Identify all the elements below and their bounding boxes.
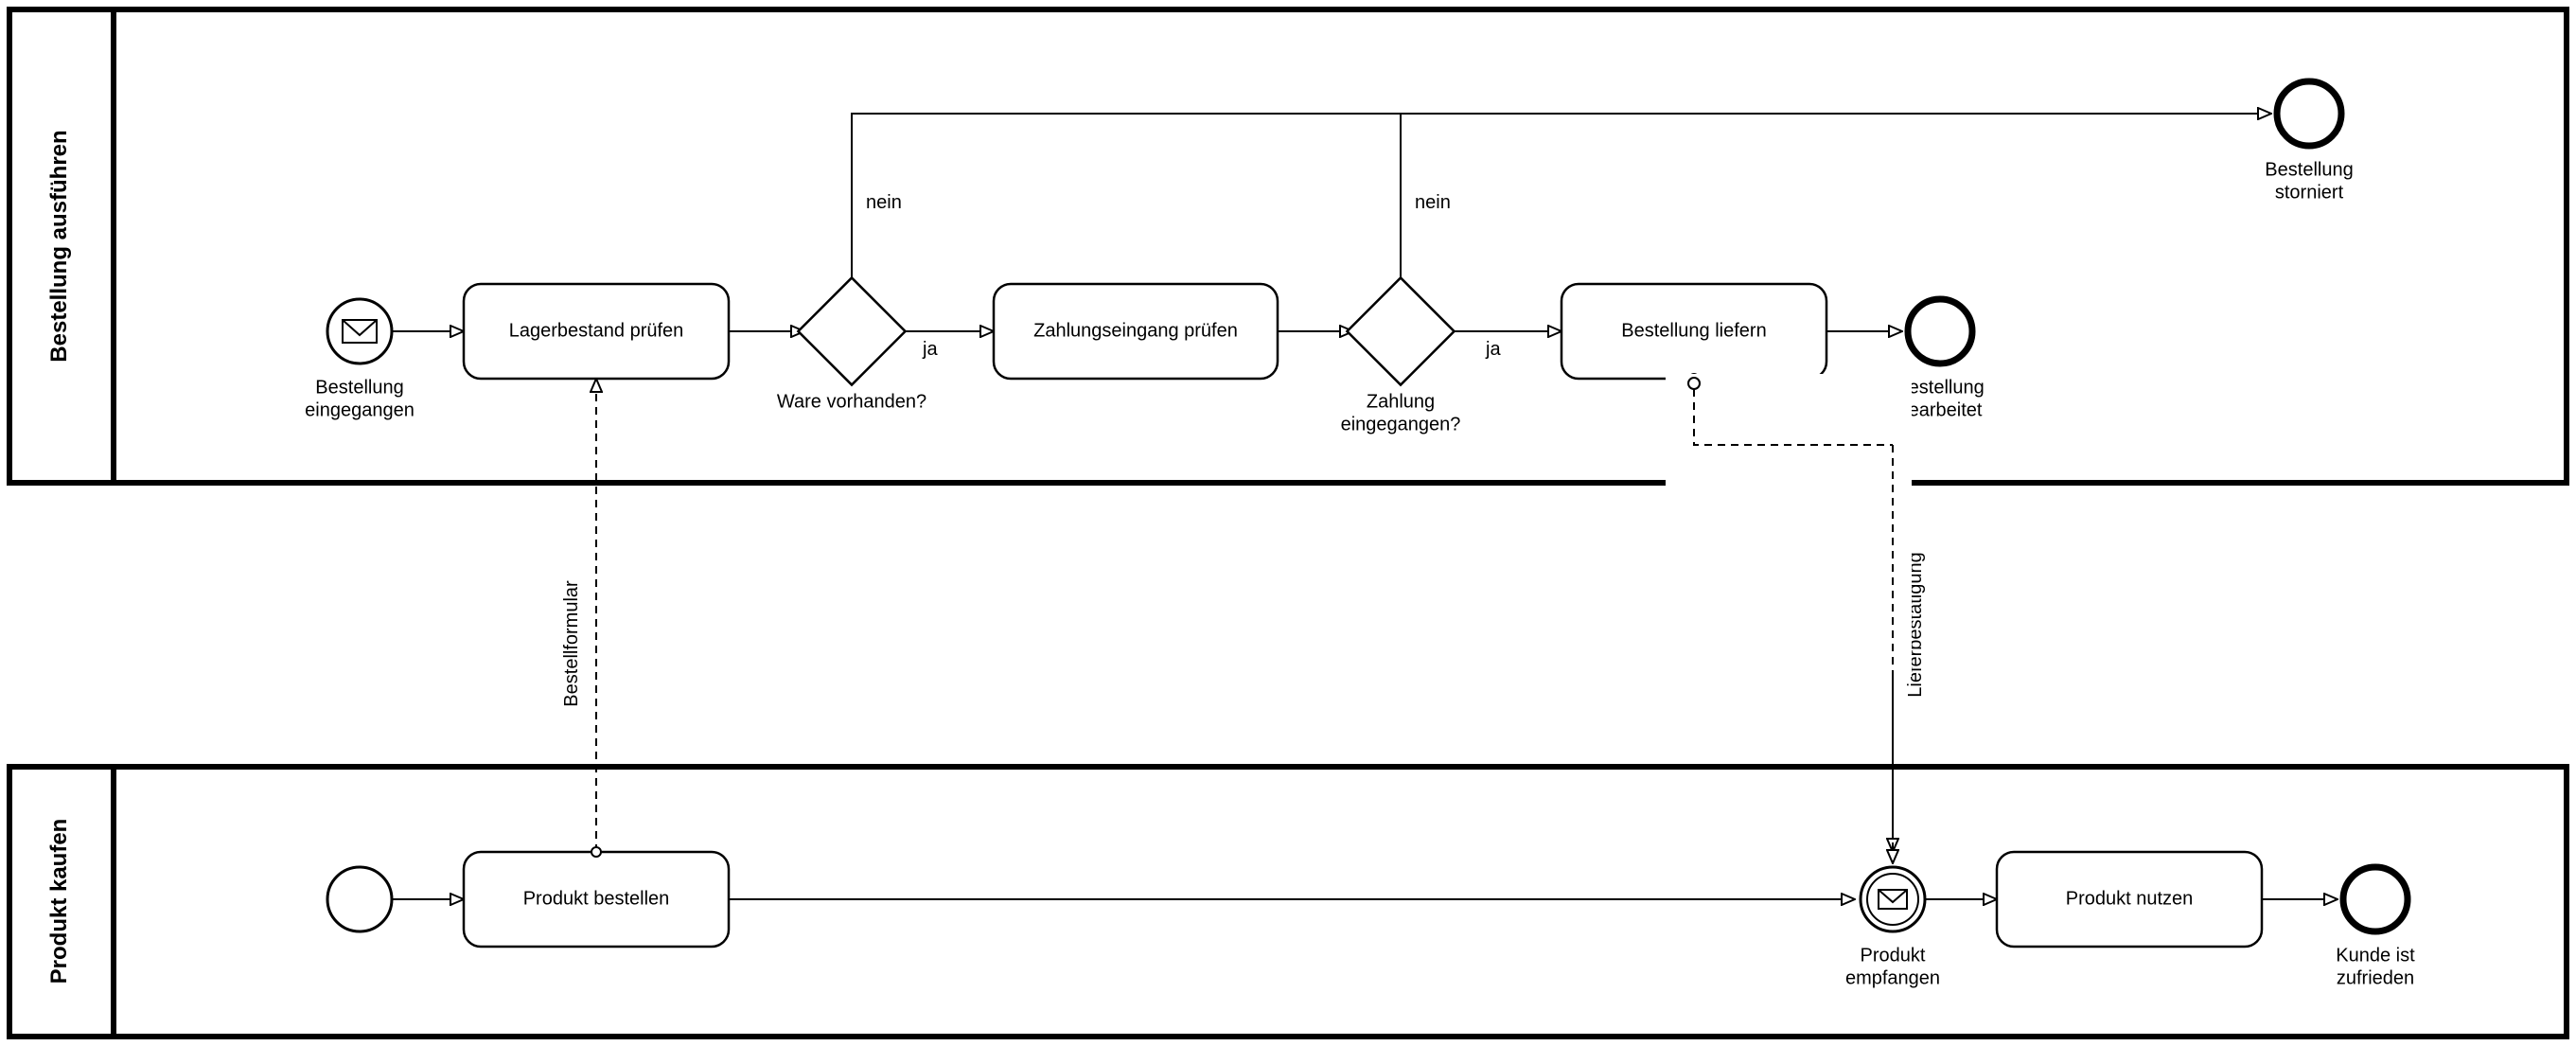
svg-text:Produkt: Produkt (1861, 945, 1926, 966)
svg-text:Produkt nutzen: Produkt nutzen (2066, 888, 2194, 909)
msgflow-delivery-source-dot (1688, 378, 1700, 389)
svg-text:Zahlungseingang prüfen: Zahlungseingang prüfen (1033, 320, 1238, 341)
pool-bottom-label: Produkt kaufen (46, 819, 72, 984)
task-check-stock: Lagerbestand prüfen (464, 284, 729, 379)
svg-text:Kunde ist: Kunde ist (2336, 945, 2415, 966)
task-check-payment: Zahlungseingang prüfen (994, 284, 1278, 379)
svg-text:zufrieden: zufrieden (2337, 967, 2414, 988)
svg-text:Bestellung: Bestellung (315, 377, 403, 398)
pool-top-label: Bestellung ausführen (46, 130, 72, 362)
svg-text:Zahlung: Zahlung (1367, 391, 1435, 412)
task-use-product: Produkt nutzen (1997, 852, 2262, 947)
svg-text:empfangen: empfangen (1845, 967, 1940, 988)
label-gw1-no: nein (866, 192, 902, 213)
svg-text:storniert: storniert (2275, 182, 2344, 203)
svg-text:eingegangen?: eingegangen? (1341, 414, 1461, 434)
svg-text:eingegangen: eingegangen (305, 399, 415, 420)
svg-text:Produkt bestellen: Produkt bestellen (523, 888, 670, 909)
svg-text:Bestellung liefern: Bestellung liefern (1621, 320, 1766, 341)
label-gw2-yes: ja (1485, 339, 1501, 360)
task-order-product: Produkt bestellen (464, 852, 729, 947)
label-gw2-no: nein (1415, 192, 1451, 213)
start-event-customer (327, 867, 392, 931)
svg-text:Lagerbestand prüfen: Lagerbestand prüfen (509, 320, 684, 341)
bpmn-diagram: Bestellung ausführen Bestellung eingegan… (0, 0, 2576, 1046)
msgflow-order-form-label: Bestellformular (561, 580, 582, 707)
svg-text:Ware vorhanden?: Ware vorhanden? (777, 391, 926, 412)
task-deliver: Bestellung liefern (1561, 284, 1826, 379)
label-gw1-yes: ja (922, 339, 938, 360)
svg-text:Bestellung: Bestellung (2265, 159, 2353, 180)
